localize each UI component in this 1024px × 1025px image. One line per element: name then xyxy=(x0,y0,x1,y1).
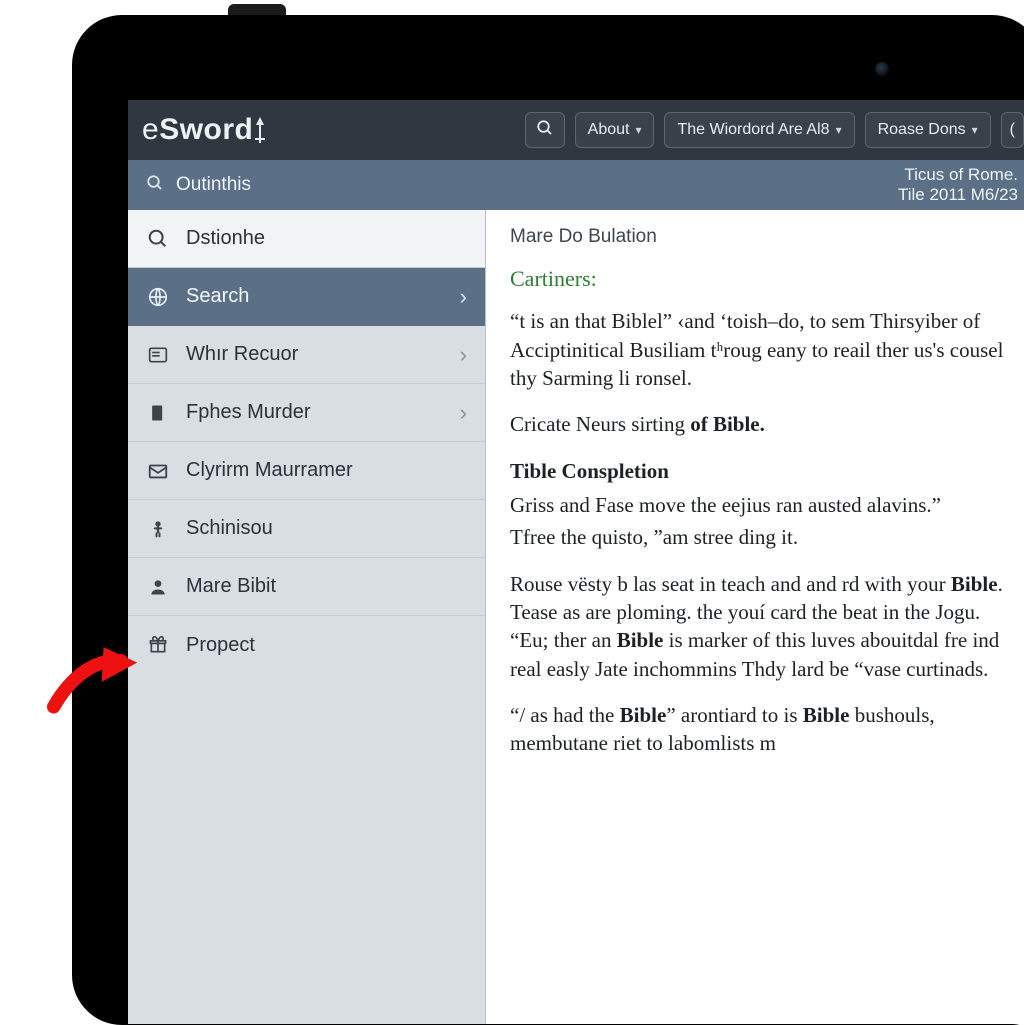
overflow-menu[interactable]: ( xyxy=(1001,112,1024,148)
word-menu[interactable]: The Wiordord Are Al8 ▾ xyxy=(664,112,854,148)
sidebar-item-label: Search xyxy=(186,285,444,308)
sidebar-item-label: Clyrirm Maurramer xyxy=(186,459,467,482)
paragraph: “t is an that Biblel” ‹and ‘toish–do, to… xyxy=(510,307,1018,392)
book-icon xyxy=(146,401,170,425)
sidebar-item-marebibit[interactable]: Mare Bibit xyxy=(128,558,485,616)
subbar-line2: Tile 2011 M6/23 xyxy=(898,185,1018,205)
content-pane: Mare Do Bulation Cartiners: “t is an tha… xyxy=(486,210,1024,1024)
sidebar-item-label: Dstionhe xyxy=(186,227,467,250)
roase-menu[interactable]: Roase Dons ▾ xyxy=(865,112,991,148)
about-label: About xyxy=(588,121,630,139)
section-heading: Cartiners: xyxy=(510,264,1018,294)
panel-icon xyxy=(146,343,170,367)
sidebar-item-recuor[interactable]: Whır Recuor › xyxy=(128,326,485,384)
sidebar-item-search[interactable]: Search › xyxy=(128,268,485,326)
sidebar-item-fphes[interactable]: Fphes Murder › xyxy=(128,384,485,442)
search-icon xyxy=(536,119,554,142)
document-title: Mare Do Bulation xyxy=(510,224,1018,250)
chevron-right-icon: › xyxy=(460,284,467,310)
gift-icon xyxy=(146,633,170,657)
subheading: Tible Conspletion xyxy=(510,457,1018,485)
about-menu[interactable]: About ▾ xyxy=(575,112,655,148)
top-nav-bar: e Sword About ▾ The Wiordord Are Al8 ▾ R… xyxy=(128,100,1024,160)
sidebar-item-label: Fphes Murder xyxy=(186,401,444,424)
search-icon xyxy=(146,174,164,197)
paragraph: Rouse vësty b las seat in teach and and … xyxy=(510,570,1018,683)
text-line: Tfree the quisto, ”am stree ding it. xyxy=(510,523,1018,551)
chevron-down-icon: ▾ xyxy=(972,123,978,137)
mail-icon xyxy=(146,459,170,483)
search-icon xyxy=(146,227,170,251)
chevron-down-icon: ▾ xyxy=(836,123,842,137)
logo-word: Sword xyxy=(159,113,253,147)
logo-prefix: e xyxy=(142,113,159,147)
subbar-line1: Ticus of Rome. xyxy=(898,165,1018,185)
subbar-title: Outinthis xyxy=(176,174,251,196)
paragraph: “/ as had the Bible” arontiard to is Bib… xyxy=(510,701,1018,758)
sidebar-item-label: Schinisou xyxy=(186,517,467,540)
sub-nav-bar: Outinthis Ticus of Rome. Tile 2011 M6/23 xyxy=(128,160,1024,210)
sidebar: Dstionhe Search › Whır Recuor › xyxy=(128,210,486,1024)
sword-icon xyxy=(251,116,269,144)
body-split: Dstionhe Search › Whır Recuor › xyxy=(128,210,1024,1024)
sidebar-item-label: Propect xyxy=(186,634,467,657)
sidebar-item-propect[interactable]: Propect xyxy=(128,616,485,674)
sidebar-item-schinisou[interactable]: Schinisou xyxy=(128,500,485,558)
sidebar-item-label: Whır Recuor xyxy=(186,343,444,366)
app-logo: e Sword xyxy=(142,113,271,147)
sidebar-item-label: Mare Bibit xyxy=(186,575,467,598)
chevron-down-icon: ▾ xyxy=(635,123,641,137)
paragraph: Cricate Neurs sirting of Bible. xyxy=(510,410,1018,438)
chevron-right-icon: › xyxy=(460,400,467,426)
globe-icon xyxy=(146,285,170,309)
tablet-screen: e Sword About ▾ The Wiordord Are Al8 ▾ R… xyxy=(128,100,1024,1024)
sidebar-item-dstionhe[interactable]: Dstionhe xyxy=(128,210,485,268)
person-icon xyxy=(146,517,170,541)
search-button[interactable] xyxy=(525,112,565,148)
user-icon xyxy=(146,575,170,599)
roase-label: Roase Dons xyxy=(878,121,966,139)
tablet-camera xyxy=(875,62,889,76)
word-label: The Wiordord Are Al8 xyxy=(677,121,829,139)
subbar-right: Ticus of Rome. Tile 2011 M6/23 xyxy=(898,165,1020,204)
chevron-right-icon: › xyxy=(460,342,467,368)
text-line: Griss and Fase move the eejius ran auste… xyxy=(510,491,1018,519)
sidebar-item-clyrirm[interactable]: Clyrirm Maurramer xyxy=(128,442,485,500)
